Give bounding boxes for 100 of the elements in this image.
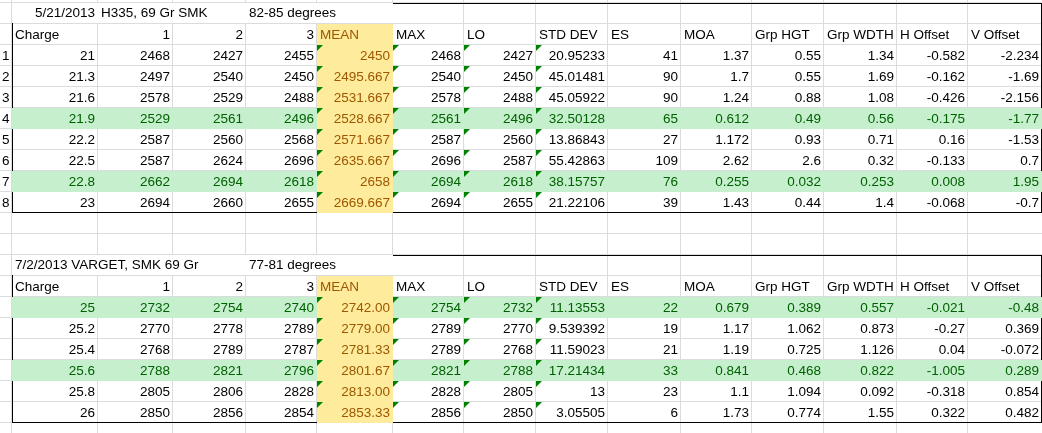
table-cell: 2529	[212, 89, 243, 105]
column-header: V Offset	[971, 26, 1020, 42]
table-cell: 2587	[139, 131, 170, 147]
row-header[interactable]: 8	[2, 195, 10, 210]
table-cell: 2828	[430, 383, 461, 399]
row-header[interactable]: 6	[2, 153, 10, 168]
table-cell: 2754	[430, 299, 461, 315]
column-header: Charge	[15, 26, 60, 42]
row-header[interactable]: 3	[2, 90, 10, 105]
sheet-title: H335, 69 Gr SMK	[101, 5, 208, 20]
table-cell: 0.04	[938, 341, 965, 357]
table-cell: 2496	[502, 110, 533, 126]
table-cell: -1.53	[1008, 131, 1039, 147]
table-cell: 2696	[283, 152, 314, 168]
table-cell: 2770	[139, 320, 170, 336]
row-header[interactable]: 1	[2, 48, 10, 63]
row-header[interactable]: 7	[2, 174, 10, 189]
table-cell: 1.4	[875, 194, 894, 210]
table-cell: 11.59023	[549, 341, 605, 357]
table-cell: 0.822	[860, 362, 894, 378]
table-cell: 2488	[283, 89, 314, 105]
table-cell: 2850	[502, 404, 533, 420]
table-cell: 39	[662, 194, 678, 210]
table-cell: 2635.667	[333, 152, 390, 168]
table-cell: 0.389	[787, 299, 821, 315]
table-cell: 23	[79, 194, 95, 210]
table-cell: 2531.667	[333, 89, 390, 105]
table-cell: 0.44	[794, 194, 821, 210]
table-cell: 19	[662, 320, 678, 336]
table-cell: 33	[662, 362, 678, 378]
table-cell: -1.77	[1008, 110, 1039, 126]
column-header: 2	[235, 26, 243, 42]
table-cell: 21.3	[68, 68, 95, 84]
row-header[interactable]: 2	[2, 69, 10, 84]
table-cell: 2528.667	[333, 110, 390, 126]
sheet-title: 7/2/2013 VARGET, SMK 69 Gr	[15, 257, 199, 272]
table-cell: 2694	[430, 194, 461, 210]
row-header[interactable]: 5	[2, 132, 10, 147]
table-cell: 2821	[212, 362, 243, 378]
table-cell: 2587	[502, 152, 533, 168]
table-cell: 2740	[283, 299, 314, 315]
table-cell: 1.95	[1012, 173, 1039, 189]
column-header: ES	[611, 26, 629, 42]
table-cell: 25	[79, 299, 95, 315]
table-cell: -0.48	[1008, 299, 1039, 315]
table-cell: 0.679	[715, 299, 749, 315]
table-cell: 0.369	[1005, 320, 1039, 336]
table-cell: 21	[662, 341, 678, 357]
table-cell: 32.50128	[548, 110, 605, 126]
column-header: H Offset	[900, 278, 950, 294]
column-header: Grp WDTH	[827, 278, 894, 294]
table-cell: 21.22106	[548, 194, 605, 210]
table-cell: 1.1	[730, 383, 749, 399]
table-cell: 0.725	[787, 341, 821, 357]
table-cell: 1.73	[722, 404, 749, 420]
column-header: 2	[235, 278, 243, 294]
table-cell: 0.873	[860, 320, 894, 336]
table-cell: -0.27	[934, 320, 965, 336]
table-cell: 0.88	[794, 89, 821, 105]
table-cell: 2694	[430, 173, 461, 189]
table-cell: 45.01481	[548, 68, 605, 84]
table-cell: 0.255	[715, 173, 749, 189]
column-header: 3	[306, 26, 314, 42]
table-cell: 2781.33	[341, 341, 390, 357]
table-cell: 90	[662, 89, 678, 105]
column-header: Grp HGT	[755, 26, 810, 42]
table-cell: 0.93	[794, 131, 821, 147]
table-cell: 2540	[212, 68, 243, 84]
table-cell: 2427	[212, 47, 243, 63]
table-cell: 2427	[502, 47, 533, 63]
table-cell: 2789	[430, 341, 461, 357]
table-cell: 2496	[283, 110, 314, 126]
row-header[interactable]: 4	[2, 111, 10, 126]
table-cell: 25.8	[68, 383, 95, 399]
table-cell: -2.234	[1000, 47, 1039, 63]
table-cell: 21	[79, 47, 95, 63]
table-cell: 26	[79, 404, 95, 420]
table-cell: 2789	[283, 320, 314, 336]
table-cell: 2497	[139, 68, 170, 84]
table-cell: 0.253	[860, 173, 894, 189]
table-cell: 1.69	[867, 68, 894, 84]
table-cell: 2787	[283, 341, 314, 357]
table-cell: 1.43	[722, 194, 749, 210]
table-cell: 2560	[212, 131, 243, 147]
table-cell: 38.15757	[548, 173, 605, 189]
table-cell: 1.7	[730, 68, 749, 84]
table-cell: 2468	[430, 47, 461, 63]
table-cell: 2788	[139, 362, 170, 378]
table-cell: 2468	[139, 47, 170, 63]
table-cell: 2669.667	[333, 194, 390, 210]
table-cell: 2828	[283, 383, 314, 399]
table-cell: 1.34	[867, 47, 894, 63]
table-cell: 2813.00	[341, 383, 390, 399]
table-cell: 2789	[430, 320, 461, 336]
column-header: 1	[162, 26, 170, 42]
table-cell: 0.841	[715, 362, 749, 378]
table-cell: 0.468	[787, 362, 821, 378]
table-cell: 2694	[212, 173, 243, 189]
table-cell: 109	[655, 152, 678, 168]
table-cell: 2587	[430, 131, 461, 147]
